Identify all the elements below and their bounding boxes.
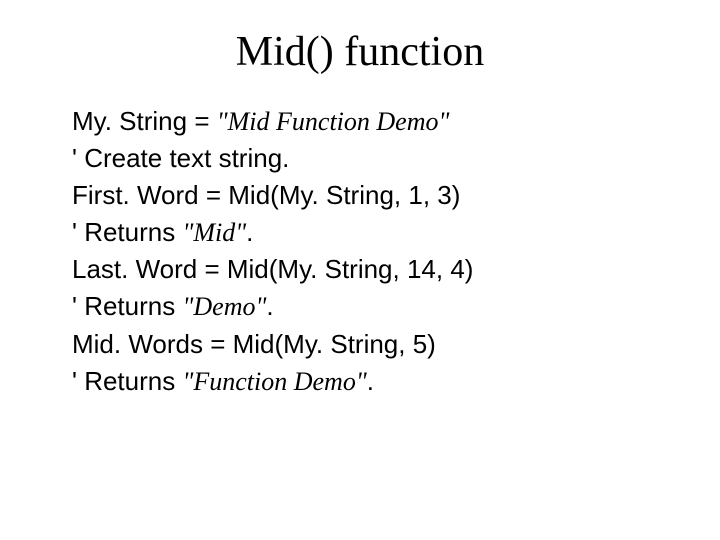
- string-literal: "Mid": [182, 218, 246, 247]
- code-line-8: ' Returns "Function Demo".: [72, 364, 648, 399]
- string-literal: "Function Demo": [182, 367, 366, 396]
- code-text: My. String =: [72, 106, 217, 136]
- code-line-1: My. String = "Mid Function Demo": [72, 104, 648, 139]
- slide: Mid() function My. String = "Mid Functio…: [0, 0, 720, 540]
- punct: .: [367, 366, 374, 396]
- code-line-6: ' Returns "Demo".: [72, 289, 648, 324]
- comment-prefix: ' Returns: [72, 291, 182, 321]
- slide-body: My. String = "Mid Function Demo" ' Creat…: [72, 104, 648, 399]
- string-literal: "Demo": [182, 292, 266, 321]
- string-literal: "Mid Function Demo": [217, 107, 450, 136]
- comment-prefix: ' Returns: [72, 366, 182, 396]
- code-line-2: ' Create text string.: [72, 141, 648, 176]
- code-line-7: Mid. Words = Mid(My. String, 5): [72, 327, 648, 362]
- code-line-4: ' Returns "Mid".: [72, 215, 648, 250]
- code-line-3: First. Word = Mid(My. String, 1, 3): [72, 178, 648, 213]
- punct: .: [266, 291, 273, 321]
- code-line-5: Last. Word = Mid(My. String, 14, 4): [72, 252, 648, 287]
- slide-title: Mid() function: [72, 28, 648, 76]
- punct: .: [246, 217, 253, 247]
- comment-prefix: ' Returns: [72, 217, 182, 247]
